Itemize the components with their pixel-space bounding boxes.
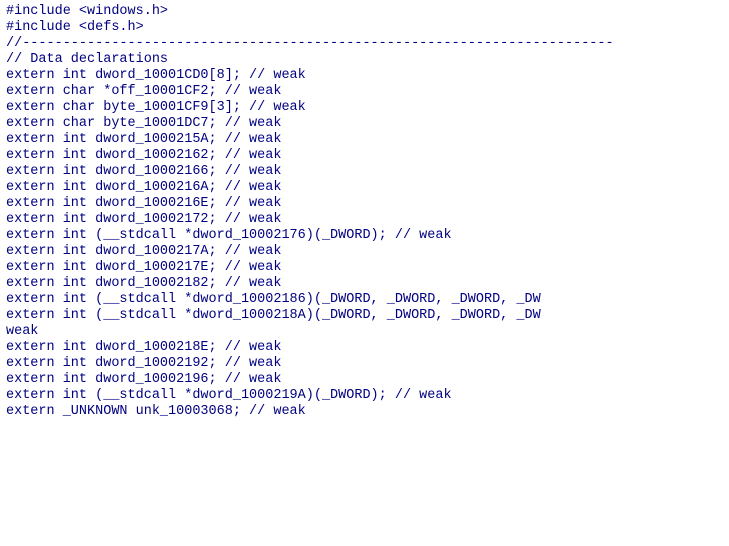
- code-line: // Data declarations: [6, 52, 723, 68]
- code-line: extern int dword_1000218E; // weak: [6, 340, 723, 356]
- code-line: #include <defs.h>: [6, 20, 723, 36]
- code-line: extern int dword_1000215A; // weak: [6, 132, 723, 148]
- code-line: extern int (__stdcall *dword_1000219A)(_…: [6, 388, 723, 404]
- code-line: extern int dword_1000217A; // weak: [6, 244, 723, 260]
- code-line: extern int dword_1000217E; // weak: [6, 260, 723, 276]
- code-line: extern int dword_10002196; // weak: [6, 372, 723, 388]
- code-line: extern int dword_10002166; // weak: [6, 164, 723, 180]
- code-line: extern char byte_10001DC7; // weak: [6, 116, 723, 132]
- code-line: extern int dword_10001CD0[8]; // weak: [6, 68, 723, 84]
- code-line: extern _UNKNOWN unk_10003068; // weak: [6, 404, 723, 420]
- code-line: extern int dword_1000216E; // weak: [6, 196, 723, 212]
- code-line: extern int dword_10002182; // weak: [6, 276, 723, 292]
- code-line: extern int dword_10002192; // weak: [6, 356, 723, 372]
- code-line: extern int (__stdcall *dword_10002186)(_…: [6, 292, 723, 308]
- source-code-block: #include <windows.h>#include <defs.h>//-…: [0, 0, 729, 424]
- code-line: extern char byte_10001CF9[3]; // weak: [6, 100, 723, 116]
- code-line: extern int dword_1000216A; // weak: [6, 180, 723, 196]
- code-line: extern int (__stdcall *dword_10002176)(_…: [6, 228, 723, 244]
- code-line: extern char *off_10001CF2; // weak: [6, 84, 723, 100]
- code-line: //--------------------------------------…: [6, 36, 723, 52]
- code-line: extern int dword_10002162; // weak: [6, 148, 723, 164]
- code-line: extern int dword_10002172; // weak: [6, 212, 723, 228]
- code-line: #include <windows.h>: [6, 4, 723, 20]
- code-line: extern int (__stdcall *dword_1000218A)(_…: [6, 308, 723, 324]
- code-line: weak: [6, 324, 723, 340]
